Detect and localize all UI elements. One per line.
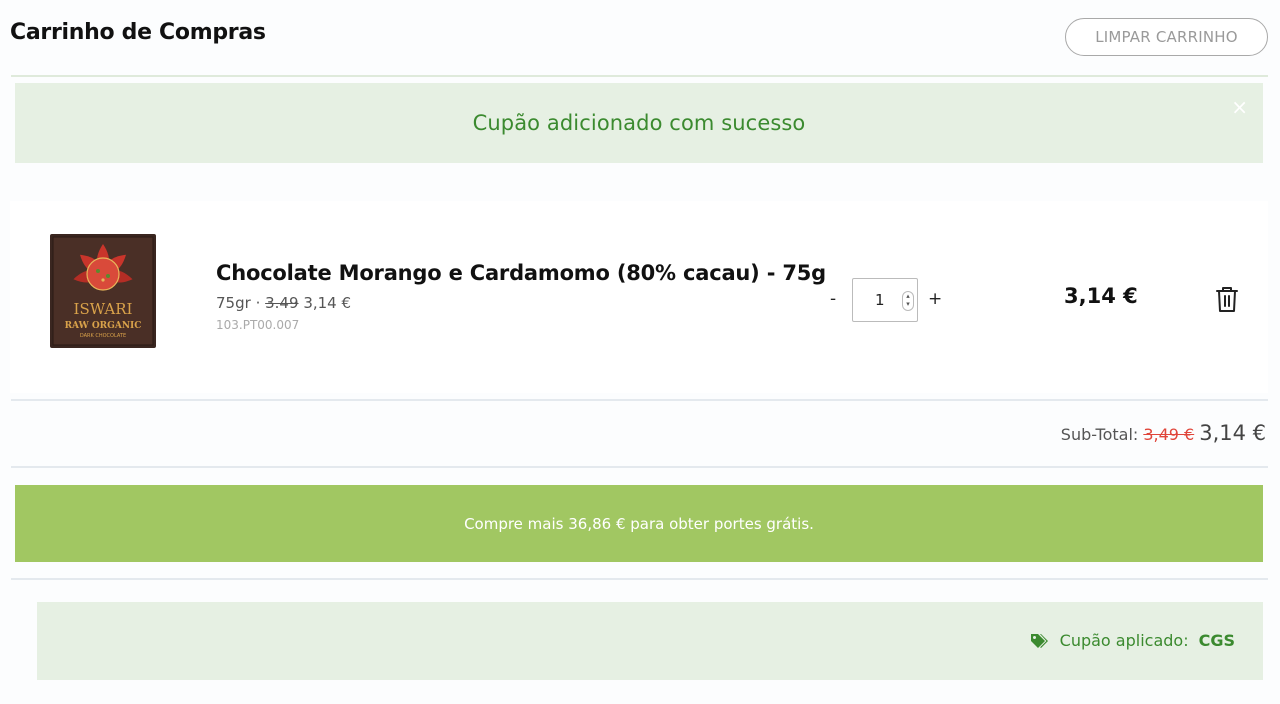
product-weight: 75gr [216,294,251,312]
alert-message: Cupão adicionado com sucesso [472,111,806,135]
product-reference: 103.PT00.007 [216,318,300,332]
product-name[interactable]: Chocolate Morango e Cardamomo (80% cacau… [216,261,826,285]
spinner-arrows-icon[interactable]: ▴ ▾ [902,291,914,311]
logo-subtext: RAW ORGANIC [65,321,142,331]
coupon-label: Cupão aplicado: [1059,631,1189,650]
free-shipping-banner: Compre mais 36,86 € para obter portes gr… [15,485,1263,562]
subtotal-price: 3,14 € [1199,421,1266,445]
logo-text: ISWARI [74,300,133,318]
shipping-message: Compre mais 36,86 € para obter portes gr… [464,514,814,533]
close-icon[interactable]: × [1231,95,1248,119]
line-total: 3,14 € [1064,284,1138,308]
increase-quantity-button[interactable]: + [928,289,942,309]
cart-item: ISWARI RAW ORGANIC DARK CHOCOLATE Chocol… [10,201,1268,393]
quantity-value[interactable]: 1 [875,291,885,309]
success-alert: Cupão adicionado com sucesso × [15,83,1263,163]
page-title: Carrinho de Compras [10,20,266,45]
divider [11,399,1268,401]
coupon-box: Cupão aplicado: CGS [37,602,1263,680]
coupon-applied: Cupão aplicado: CGS [1030,631,1235,650]
meta-separator: · [255,294,261,312]
coupon-code: CGS [1198,631,1235,650]
quantity-stepper[interactable]: 1 ▴ ▾ [852,278,918,322]
divider [11,466,1268,468]
clear-cart-button[interactable]: LIMPAR CARRINHO [1065,18,1268,56]
logo-subtext-2: DARK CHOCOLATE [80,333,126,339]
divider [11,75,1268,77]
subtotal-label: Sub-Total: [1060,425,1139,444]
product-image[interactable]: ISWARI RAW ORGANIC DARK CHOCOLATE [50,234,156,348]
subtotal: Sub-Total: 3,49 € 3,14 € [1061,421,1266,445]
divider [11,578,1268,580]
decrease-quantity-button[interactable]: - [830,289,836,309]
cart-page: Carrinho de Compras LIMPAR CARRINHO Cupã… [0,0,1280,704]
product-price: 3,14 € [303,294,352,312]
trash-icon[interactable] [1215,285,1239,313]
product-old-price: 3.49 [265,294,299,312]
subtotal-old-price: 3,49 € [1143,425,1195,444]
product-meta: 75gr · 3.49 3,14 € [216,294,351,312]
tags-icon [1030,633,1048,648]
